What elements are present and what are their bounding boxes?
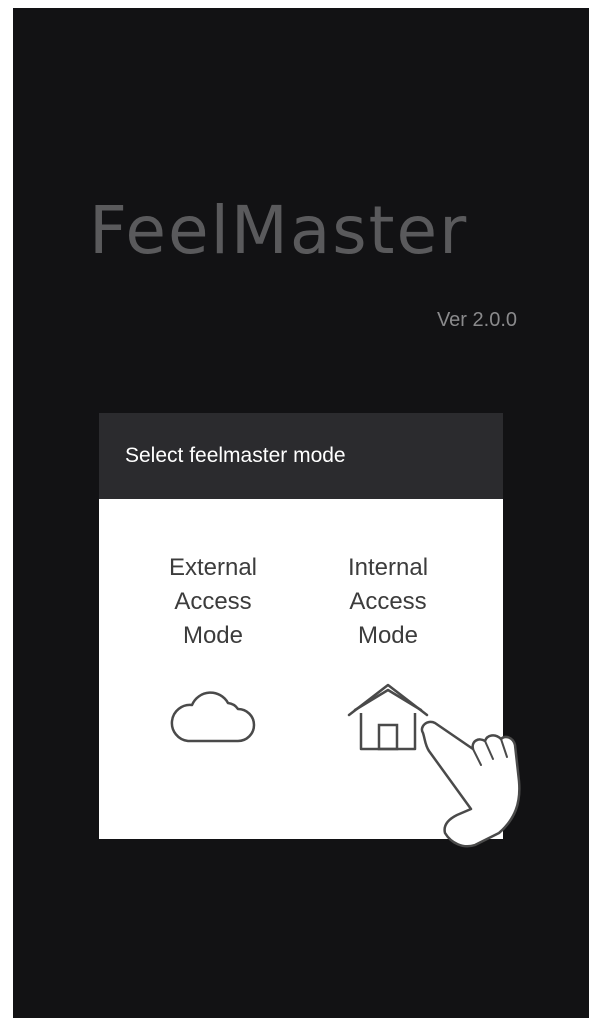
cloud-icon bbox=[170, 691, 256, 743]
splash-screen: FeelMaster Ver 2.0.0 Select feelmaster m… bbox=[13, 8, 589, 1018]
dialog-header: Select feelmaster mode bbox=[99, 413, 503, 499]
version-label: Ver 2.0.0 bbox=[436, 309, 517, 331]
external-mode-label: External Access Mode bbox=[168, 554, 258, 649]
internal-mode-label: Internal Access Mode bbox=[347, 554, 429, 649]
dialog-title: Select feelmaster mode bbox=[125, 444, 346, 467]
app-logo: FeelMaster bbox=[89, 192, 469, 269]
external-access-mode-button[interactable]: External Access Mode bbox=[138, 551, 288, 745]
pointing-hand-icon bbox=[420, 720, 521, 848]
